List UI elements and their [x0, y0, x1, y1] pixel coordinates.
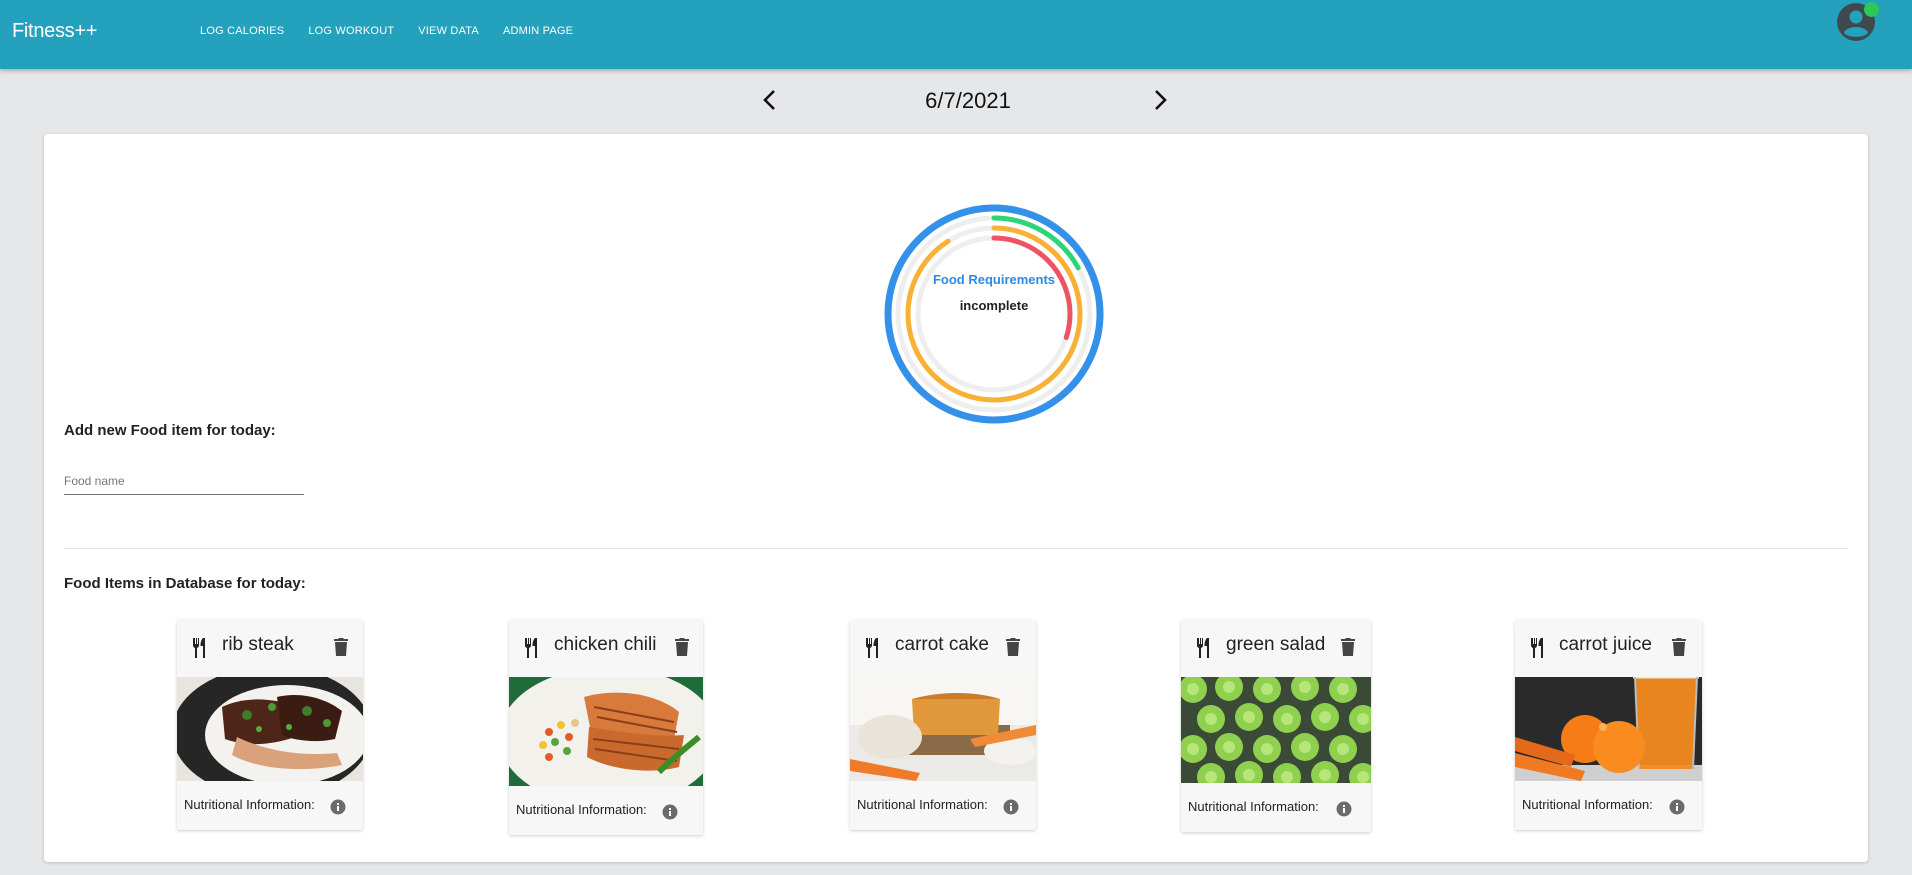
trash-icon[interactable] [1339, 637, 1357, 657]
date-navigator: 6/7/2021 [0, 80, 1912, 120]
nav-view-data[interactable]: VIEW DATA [418, 25, 479, 37]
ring-title: Food Requirements [932, 272, 1056, 287]
nutrition-label: Nutritional Information: [516, 802, 647, 817]
food-name: carrot juice [1559, 634, 1652, 655]
food-photo [1181, 677, 1371, 783]
fork-knife-icon [191, 638, 209, 658]
food-photo [509, 677, 703, 786]
food-card-carrot-cake: carrot cake Nutritional Information: [850, 620, 1036, 830]
ring-status: incomplete [959, 298, 1029, 313]
trash-icon[interactable] [1670, 637, 1688, 657]
food-card-header: carrot juice [1515, 620, 1702, 676]
trash-icon[interactable] [1004, 637, 1022, 657]
fork-knife-icon [864, 638, 882, 658]
fork-knife-icon [523, 638, 541, 658]
nutrition-label: Nutritional Information: [1522, 797, 1653, 812]
trash-icon[interactable] [332, 637, 350, 657]
chevron-left-icon[interactable] [758, 88, 782, 112]
nutrition-label: Nutritional Information: [184, 797, 315, 812]
info-icon[interactable] [662, 804, 678, 820]
brand-logo[interactable]: Fitness++ [12, 20, 97, 43]
food-photo [177, 677, 363, 781]
divider [64, 548, 1848, 549]
food-name: green salad [1226, 634, 1326, 655]
food-card-green-salad: green salad Nutritional Information: [1181, 620, 1371, 832]
nav-log-workout[interactable]: LOG WORKOUT [308, 25, 394, 37]
current-date: 6/7/2021 [925, 88, 1011, 113]
food-card-rib-steak: rib steak Nutritional Information: [177, 620, 363, 830]
food-name-input[interactable] [64, 470, 304, 495]
app-bar: Fitness++ LOG CALORIES LOG WORKOUT VIEW … [0, 0, 1912, 69]
food-card-header: carrot cake [850, 620, 1036, 676]
food-list-heading: Food Items in Database for today: [64, 575, 306, 592]
nav-log-calories[interactable]: LOG CALORIES [200, 25, 284, 37]
food-card-carrot-juice: carrot juice Nutritional Information: [1515, 620, 1702, 830]
chevron-right-icon[interactable] [1148, 88, 1172, 112]
main-card: Food Requirements incomplete Add new Foo… [44, 134, 1868, 862]
info-icon[interactable] [330, 799, 346, 815]
food-card-chicken-chili: chicken chili Nutritional Information: [509, 620, 703, 835]
info-icon[interactable] [1669, 799, 1685, 815]
food-card-header: rib steak [177, 620, 363, 676]
food-requirements-ring-chart [884, 204, 1104, 424]
add-food-heading: Add new Food item for today: [64, 422, 276, 439]
trash-icon[interactable] [673, 637, 691, 657]
main-nav: LOG CALORIES LOG WORKOUT VIEW DATA ADMIN… [188, 25, 585, 37]
fork-knife-icon [1529, 638, 1547, 658]
ring-progress-arc [905, 225, 1083, 403]
online-status-dot [1864, 2, 1879, 17]
food-photo [850, 677, 1036, 781]
food-name: chicken chili [554, 634, 657, 655]
info-icon[interactable] [1003, 799, 1019, 815]
fork-knife-icon [1195, 638, 1213, 658]
info-icon[interactable] [1336, 801, 1352, 817]
nav-admin-page[interactable]: ADMIN PAGE [503, 25, 573, 37]
food-photo [1515, 677, 1702, 781]
food-name: rib steak [222, 634, 294, 655]
nutrition-label: Nutritional Information: [1188, 799, 1319, 814]
food-name: carrot cake [895, 634, 989, 655]
food-card-header: green salad [1181, 620, 1371, 676]
food-card-header: chicken chili [509, 620, 703, 676]
nutrition-label: Nutritional Information: [857, 797, 988, 812]
